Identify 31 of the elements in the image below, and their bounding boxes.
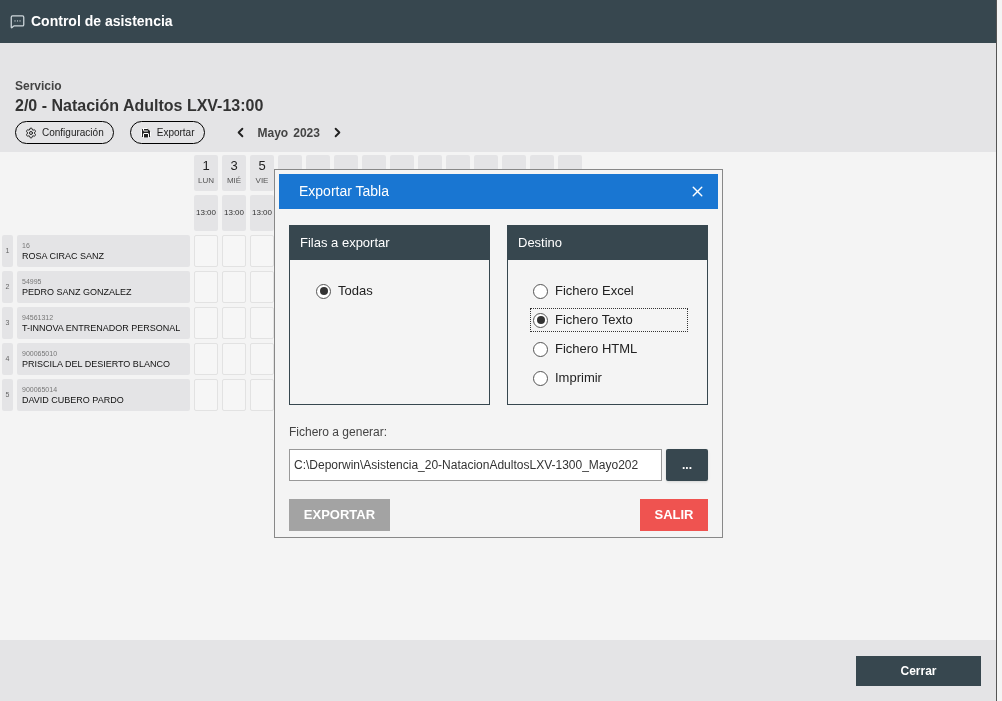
dialog-header: Exportar Tabla	[279, 174, 718, 209]
save-icon	[139, 126, 152, 139]
chat-icon	[10, 14, 25, 29]
panel-header: Destino	[508, 226, 707, 260]
radio-option[interactable]: Todas	[314, 280, 470, 302]
time-cell: 13:00	[194, 195, 218, 231]
year-label: 2023	[293, 124, 320, 142]
day-header: 3 MIÉ	[222, 155, 246, 191]
day-header: 1 LUN	[194, 155, 218, 191]
attendance-cell[interactable]	[250, 271, 274, 303]
settings-icon	[25, 126, 37, 139]
attendance-cell[interactable]	[250, 235, 274, 267]
month-label: Mayo	[257, 124, 289, 142]
panel-header: Filas a exportar	[290, 226, 489, 260]
time-cell: 13:00	[222, 195, 246, 231]
time-cell: 13:00	[250, 195, 274, 231]
file-label: Fichero a generar:	[289, 424, 389, 441]
radio-option[interactable]: Fichero Texto	[531, 309, 687, 331]
attendance-cell[interactable]	[250, 343, 274, 375]
radio-option[interactable]: Fichero Excel	[531, 280, 687, 302]
service-name: 2/0 - Natación Adultos LXV-13:00	[15, 96, 265, 116]
radio-option[interactable]: Imprimir	[531, 367, 687, 389]
close-button[interactable]: Cerrar	[856, 655, 981, 686]
attendance-cell[interactable]	[250, 307, 274, 339]
attendance-cell[interactable]	[250, 379, 274, 411]
radio-option[interactable]: Fichero HTML	[531, 338, 687, 360]
file-path-field[interactable]: C:\Deporwin\Asistencia_20-NatacionAdultosLXV-1300_Mayo202	[289, 449, 662, 481]
window-title: Control de asistencia	[31, 12, 173, 31]
browse-button[interactable]: ...	[666, 449, 708, 481]
service-label: Servicio	[15, 78, 63, 95]
day-header: 5 VIE	[250, 155, 274, 191]
